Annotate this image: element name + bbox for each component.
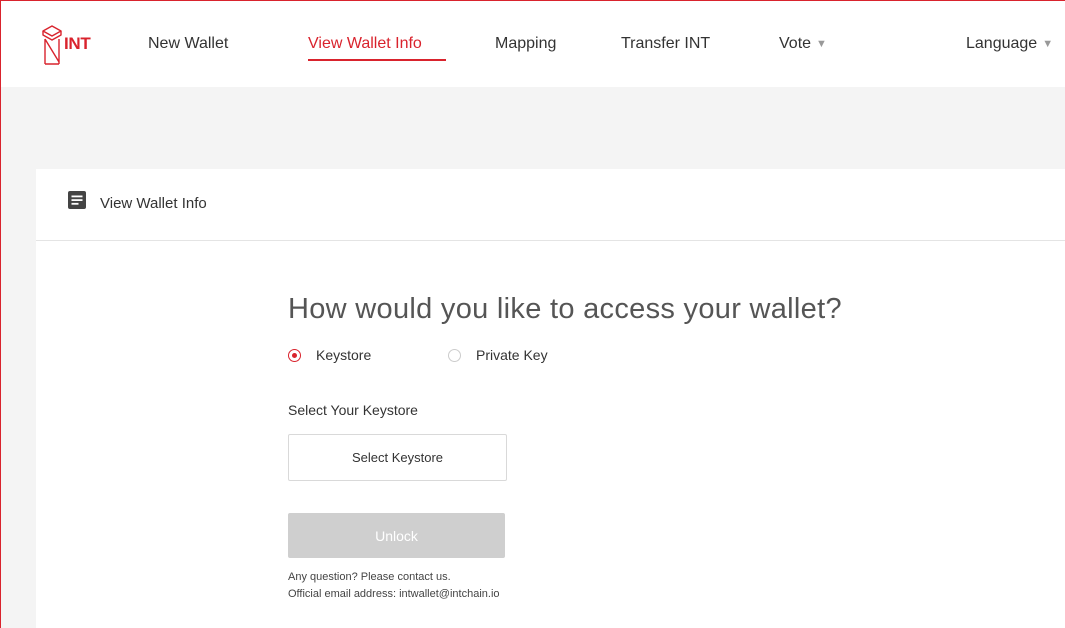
radio-unchecked-icon[interactable] — [448, 348, 461, 362]
int-logo-icon — [42, 25, 62, 65]
nav-transfer-int[interactable]: Transfer INT — [621, 35, 710, 53]
brand-name: INT — [64, 34, 91, 53]
chevron-down-icon: ▼ — [1042, 38, 1054, 50]
nav-vote-dropdown[interactable]: Vote ▼ — [779, 35, 827, 53]
radio-keystore[interactable]: Keystore — [288, 347, 371, 363]
contact-question-text: Any question? Please contact us. — [288, 571, 451, 583]
radio-private-key[interactable]: Private Key — [448, 347, 548, 363]
nav-vote-label: Vote — [779, 35, 812, 52]
nav-language-label: Language — [966, 35, 1038, 52]
wallet-info-card: View Wallet Info How would you like to a… — [36, 169, 1065, 628]
nav-new-wallet[interactable]: New Wallet — [148, 35, 228, 53]
document-icon — [68, 191, 86, 209]
card-title: View Wallet Info — [100, 195, 207, 212]
contact-email-text: Official email address: intwallet@intcha… — [288, 588, 500, 600]
select-keystore-button[interactable]: Select Keystore — [288, 434, 507, 481]
active-nav-underline — [308, 59, 446, 61]
int-logo[interactable]: INT — [41, 23, 121, 67]
chevron-down-icon: ▼ — [816, 38, 827, 50]
unlock-button[interactable]: Unlock — [288, 513, 505, 558]
radio-private-key-label: Private Key — [476, 347, 548, 363]
radio-checked-icon[interactable] — [288, 348, 301, 362]
nav-view-wallet-info[interactable]: View Wallet Info — [308, 35, 422, 53]
card-header: View Wallet Info — [36, 169, 1065, 241]
nav-language-dropdown[interactable]: Language ▼ — [966, 35, 1053, 53]
contact-info: Any question? Please contact us. Officia… — [288, 569, 500, 603]
top-navigation-bar: INT New Wallet View Wallet Info Mapping … — [1, 1, 1065, 87]
nav-mapping[interactable]: Mapping — [495, 35, 556, 53]
access-question-heading: How would you like to access your wallet… — [288, 293, 842, 325]
select-keystore-label: Select Your Keystore — [288, 402, 418, 418]
radio-keystore-label: Keystore — [316, 347, 372, 363]
